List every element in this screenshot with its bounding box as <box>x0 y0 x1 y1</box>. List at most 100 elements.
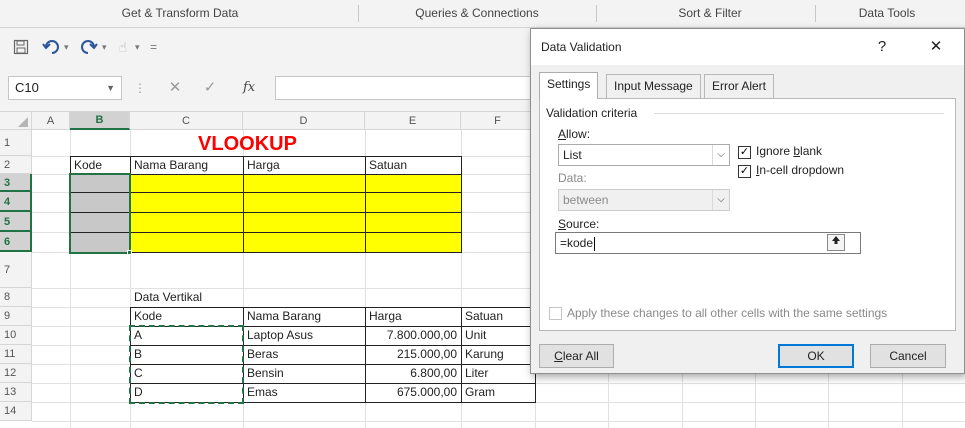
source-label: Source: <box>558 217 600 231</box>
table-cell[interactable]: Laptop Asus <box>245 326 363 345</box>
row-header-11[interactable]: 11 <box>0 345 32 364</box>
allow-select[interactable]: List ⌵ <box>558 144 730 166</box>
row-header-12[interactable]: 12 <box>0 364 32 383</box>
source-value: =kode <box>560 236 594 250</box>
table-cell[interactable]: Beras <box>245 345 363 364</box>
save-icon[interactable] <box>10 34 32 60</box>
data-vertikal-label: Data Vertikal <box>134 290 203 304</box>
column-header-d[interactable]: D <box>243 112 365 130</box>
copy-range-marquee <box>129 325 244 404</box>
dialog-title-bar[interactable]: Data Validation ? ✕ <box>531 29 964 65</box>
insert-function-icon[interactable]: fx <box>243 76 267 100</box>
fill-handle[interactable] <box>127 250 132 255</box>
in-cell-dropdown-checkbox[interactable]: ✓ <box>738 165 751 178</box>
bottom-header-nama-barang: Nama Barang <box>247 309 322 323</box>
row-header-1[interactable]: 1 <box>0 130 32 156</box>
apply-all-label: Apply these changes to all other cells w… <box>567 306 888 320</box>
ribbon-separator <box>815 5 816 22</box>
row-header-4[interactable]: 4 <box>0 192 32 212</box>
bottom-header-kode: Kode <box>134 309 163 323</box>
cancel-button[interactable]: Cancel <box>870 344 946 368</box>
tab-error-alert[interactable]: Error Alert <box>704 74 775 98</box>
table-cell[interactable]: Emas <box>245 383 363 402</box>
bottom-header-harga: Harga <box>369 309 402 323</box>
collapse-dialog-icon[interactable] <box>827 234 845 251</box>
table-cell[interactable]: Karung <box>463 345 533 364</box>
tab-input-message[interactable]: Input Message <box>606 74 701 98</box>
table-cell[interactable]: Bensin <box>245 364 363 383</box>
ribbon-group-get-transform: Get & Transform Data <box>121 6 239 20</box>
cancel-icon[interactable]: ✕ <box>165 76 185 100</box>
row-header-9[interactable]: 9 <box>0 307 32 326</box>
table-cell[interactable]: Liter <box>463 364 533 383</box>
row-header-3[interactable]: 3 <box>0 174 32 192</box>
name-box[interactable]: C10 ▼ <box>8 76 122 100</box>
row-header-13[interactable]: 13 <box>0 383 32 402</box>
column-header-f[interactable]: F <box>461 112 535 130</box>
data-label: Data: <box>558 171 587 185</box>
touch-dropdown-icon[interactable]: ▾ <box>135 34 143 60</box>
ribbon-group-data-tools: Data Tools <box>858 6 916 20</box>
help-button[interactable]: ? <box>867 35 897 59</box>
data-validation-dialog: Data Validation ? ✕ Settings Input Messa… <box>530 28 965 374</box>
ribbon-group-sort-filter: Sort & Filter <box>678 6 742 20</box>
ribbon-separator <box>358 5 359 22</box>
redo-dropdown-icon[interactable]: ▾ <box>102 34 110 60</box>
undo-dropdown-icon[interactable]: ▾ <box>64 34 72 60</box>
chevron-down-icon[interactable]: ▼ <box>106 77 115 99</box>
close-icon[interactable]: ✕ <box>921 35 951 59</box>
dialog-title: Data Validation <box>541 40 622 54</box>
more-icon: ⋮ <box>134 81 146 95</box>
row-header-2[interactable]: 2 <box>0 156 32 174</box>
name-box-value: C10 <box>15 80 39 95</box>
table-cell[interactable]: 675.000,00 <box>365 383 461 402</box>
in-cell-dropdown-label: In-cell dropdown <box>756 163 845 177</box>
selection-range <box>69 173 131 254</box>
ok-button[interactable]: OK <box>778 344 854 368</box>
source-input[interactable]: =kode <box>555 232 861 254</box>
column-header-b[interactable]: B <box>70 112 130 130</box>
clear-all-button[interactable]: Clear All <box>539 344 614 368</box>
undo-icon[interactable] <box>40 34 62 60</box>
settings-panel: Validation criteria Allow: List ⌵ ✓ Igno… <box>539 98 956 331</box>
text-caret <box>594 236 596 251</box>
ribbon-group-queries: Queries & Connections <box>415 6 539 20</box>
bottom-header-satuan: Satuan <box>465 309 504 323</box>
column-header-c[interactable]: C <box>130 112 243 130</box>
row-header-7[interactable]: 7 <box>0 252 32 288</box>
criteria-heading: Validation criteria <box>546 106 638 120</box>
select-all-corner[interactable] <box>0 112 32 130</box>
table-cell[interactable]: Unit <box>463 326 533 345</box>
redo-icon[interactable] <box>78 34 100 60</box>
customize-qat-icon[interactable]: = <box>150 34 162 60</box>
table-cell[interactable]: Gram <box>463 383 533 402</box>
column-header-e[interactable]: E <box>365 112 461 130</box>
header-nama-barang: Nama Barang <box>134 158 209 172</box>
sheet-title: VLOOKUP <box>198 133 297 155</box>
gridline <box>32 421 965 422</box>
chevron-down-icon: ⌵ <box>712 190 729 210</box>
row-header-6[interactable]: 6 <box>0 232 32 252</box>
touch-mode-icon[interactable]: ☝ <box>112 34 134 60</box>
table-line <box>243 156 244 253</box>
row-header-5[interactable]: 5 <box>0 212 32 232</box>
tab-settings[interactable]: Settings <box>539 72 599 99</box>
ignore-blank-checkbox[interactable]: ✓ <box>738 146 751 159</box>
enter-icon[interactable]: ✓ <box>200 76 220 100</box>
table-line <box>461 307 462 403</box>
allow-value: List <box>563 148 582 162</box>
data-select: between ⌵ <box>558 189 730 211</box>
ribbon-group-labels: Get & Transform Data Queries & Connectio… <box>0 0 965 28</box>
table-cell[interactable]: 7.800.000,00 <box>365 326 461 345</box>
table-cell[interactable]: 215.000,00 <box>365 345 461 364</box>
ribbon-separator <box>596 5 597 22</box>
row-header-14[interactable]: 14 <box>0 402 32 421</box>
row-header-10[interactable]: 10 <box>0 326 32 345</box>
table-cell[interactable]: 6.800,00 <box>365 364 461 383</box>
ignore-blank-label: Ignore blank <box>756 144 823 158</box>
header-satuan: Satuan <box>369 158 408 172</box>
data-value: between <box>563 193 609 207</box>
column-header-a[interactable]: A <box>32 112 70 130</box>
row-header-8[interactable]: 8 <box>0 288 32 307</box>
apply-all-checkbox[interactable] <box>549 307 562 320</box>
